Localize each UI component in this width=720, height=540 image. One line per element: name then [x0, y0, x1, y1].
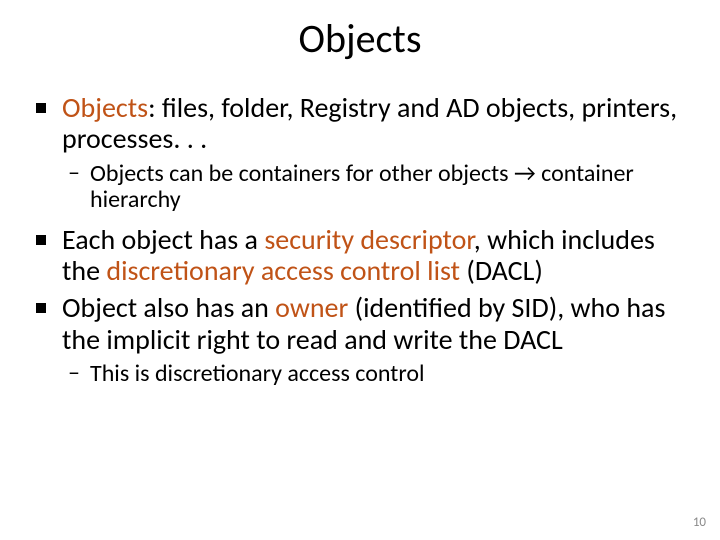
bullet-1-sub: – Objects can be containers for other ob… — [34, 161, 690, 214]
bullet-1-key: Objects — [62, 90, 148, 125]
square-bullet-icon — [36, 103, 46, 113]
square-bullet-icon — [36, 303, 46, 313]
dash-icon: – — [68, 160, 80, 186]
arrow-icon: → — [514, 159, 536, 188]
slide-title: Objects — [0, 14, 720, 63]
slide: Objects Objects: files, folder, Registry… — [0, 0, 720, 540]
bullet-3-a: Object also has an — [62, 290, 275, 325]
bullet-1: Objects: files, folder, Registry and AD … — [34, 92, 690, 155]
slide-body: Objects: files, folder, Registry and AD … — [34, 92, 690, 397]
bullet-2: Each object has a security descriptor, w… — [34, 224, 690, 287]
bullet-2-key2: discretionary access control list — [106, 253, 460, 288]
page-number: 10 — [693, 515, 706, 530]
square-bullet-icon — [36, 235, 46, 245]
bullet-2-a: Each object has a — [62, 222, 264, 257]
bullet-3-sub: – This is discretionary access control — [34, 361, 690, 387]
bullet-1-sub-a: Objects can be containers for other obje… — [90, 159, 514, 188]
bullet-1-rest: : files, folder, Registry and AD objects… — [62, 90, 677, 156]
bullet-3-sub-text: This is discretionary access control — [90, 359, 424, 388]
dash-icon: – — [68, 360, 80, 386]
bullet-3-key: owner — [275, 290, 348, 325]
bullet-2-key1: security descriptor — [264, 222, 473, 257]
bullet-2-c: (DACL) — [460, 253, 543, 288]
bullet-3: Object also has an owner (identified by … — [34, 292, 690, 355]
